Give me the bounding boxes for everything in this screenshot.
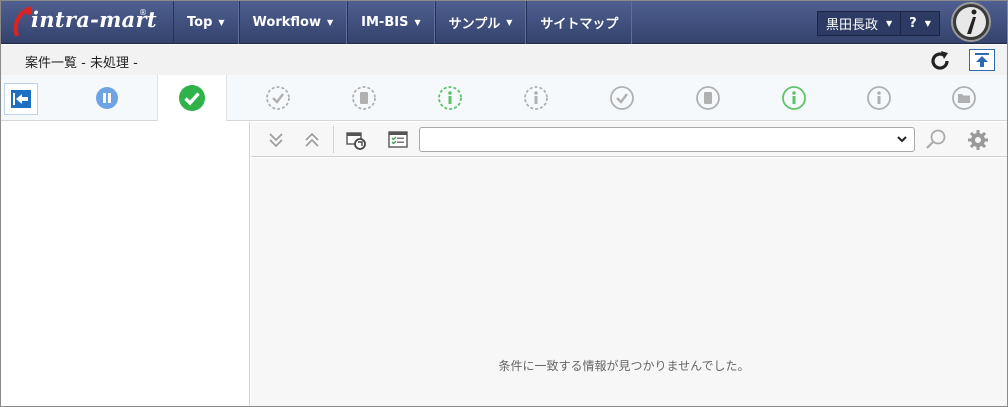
arrow-up-bar-icon: [975, 53, 989, 67]
list-toolbar: [251, 122, 1007, 157]
nav-sitemap[interactable]: サイトマップ: [526, 1, 633, 44]
global-header: intra-mart ® Top ▼ Workflow ▼ IM-BIS ▼ サ…: [1, 1, 1007, 44]
window-checklist-icon: [388, 131, 408, 148]
caret-down-icon: ▼: [924, 19, 931, 28]
double-chevron-down-icon: [269, 133, 283, 148]
nav-top[interactable]: Top ▼: [173, 1, 239, 44]
caret-down-icon: ▼: [886, 19, 893, 28]
status-processed-active[interactable]: [157, 75, 227, 121]
help-label: ?: [909, 16, 917, 31]
result-list-area: 条件に一致する情報が見つかりませんでした。: [251, 158, 1007, 406]
status-info-circle[interactable]: [844, 80, 914, 116]
status-info-green[interactable]: [759, 80, 829, 116]
user-menu-group: 黒田長政 ▼ ? ▼: [817, 11, 940, 36]
status-check-dashed[interactable]: [243, 80, 313, 116]
nav-sitemap-label: サイトマップ: [540, 17, 619, 32]
status-folder-circle[interactable]: [929, 80, 999, 116]
nav-workflow[interactable]: Workflow ▼: [238, 1, 348, 44]
reload-icon: [931, 51, 949, 70]
status-info-dashed[interactable]: [501, 80, 571, 116]
collapse-all-button[interactable]: [299, 127, 325, 153]
caret-down-icon: ▼: [327, 18, 334, 27]
chevron-down-icon: [897, 136, 907, 143]
check-circle-icon: [610, 86, 634, 110]
logo-registered-mark: ®: [139, 8, 147, 17]
arrow-left-bar-icon: [11, 90, 31, 108]
settings-button[interactable]: [965, 127, 991, 153]
nav-sample[interactable]: サンプル ▼: [434, 1, 527, 44]
user-name: 黒田長政: [826, 18, 879, 33]
empty-result-message: 条件に一致する情報が見つかりませんでした。: [498, 359, 750, 373]
check-dashed-icon: [266, 86, 290, 110]
info-green-icon: [782, 86, 806, 110]
expand-all-button[interactable]: [263, 127, 289, 153]
refresh-list-button[interactable]: [343, 127, 369, 153]
user-menu-button[interactable]: 黒田長政 ▼: [818, 12, 901, 35]
status-filter-bar: [1, 75, 1007, 121]
left-pane: [1, 122, 250, 406]
caret-down-icon: ▼: [414, 18, 421, 27]
intra-mart-logo[interactable]: intra-mart ®: [9, 4, 169, 40]
filter-select[interactable]: [419, 127, 915, 152]
status-document-circle[interactable]: [673, 80, 743, 116]
page-title: 案件一覧 - 未処理 -: [25, 56, 138, 71]
double-chevron-up-icon: [305, 132, 319, 147]
status-info-dashed-green[interactable]: [415, 80, 485, 116]
nav-sample-label: サンプル: [448, 17, 501, 32]
folder-circle-icon: [952, 86, 976, 110]
reload-button[interactable]: [928, 49, 952, 73]
nav-top-label: Top: [187, 15, 213, 30]
column-settings-button[interactable]: [385, 127, 411, 153]
status-check-circle[interactable]: [587, 80, 657, 116]
caret-down-icon: ▼: [506, 18, 513, 27]
info-dashed-icon: [524, 86, 548, 110]
app-window: intra-mart ® Top ▼ Workflow ▼ IM-BIS ▼ サ…: [0, 0, 1008, 407]
toolbar-divider: [333, 126, 334, 153]
status-document-dashed[interactable]: [329, 80, 399, 116]
info-dashed-green-icon: [438, 86, 462, 110]
check-icon: [179, 85, 205, 111]
caret-down-icon: ▼: [218, 18, 225, 27]
info-circle-icon: [867, 86, 891, 110]
search-icon: [926, 129, 946, 149]
pause-icon: [96, 87, 118, 109]
im-info-icon[interactable]: [949, 1, 993, 44]
gear-icon: [968, 130, 988, 150]
scroll-top-button[interactable]: [969, 49, 995, 71]
page-title-bar: 案件一覧 - 未処理 -: [1, 45, 1007, 75]
document-dashed-icon: [352, 86, 376, 110]
status-pause[interactable]: [72, 80, 142, 116]
search-button[interactable]: [923, 127, 949, 153]
global-nav: Top ▼ Workflow ▼ IM-BIS ▼ サンプル ▼ サイトマップ: [173, 1, 633, 44]
nav-im-bis[interactable]: IM-BIS ▼: [347, 1, 435, 44]
collapse-sidebar-button[interactable]: [4, 83, 38, 115]
window-refresh-icon: [346, 132, 366, 150]
help-menu-button[interactable]: ? ▼: [900, 12, 939, 35]
document-circle-icon: [696, 86, 720, 110]
nav-workflow-label: Workflow: [252, 15, 321, 30]
nav-im-bis-label: IM-BIS: [361, 15, 409, 30]
